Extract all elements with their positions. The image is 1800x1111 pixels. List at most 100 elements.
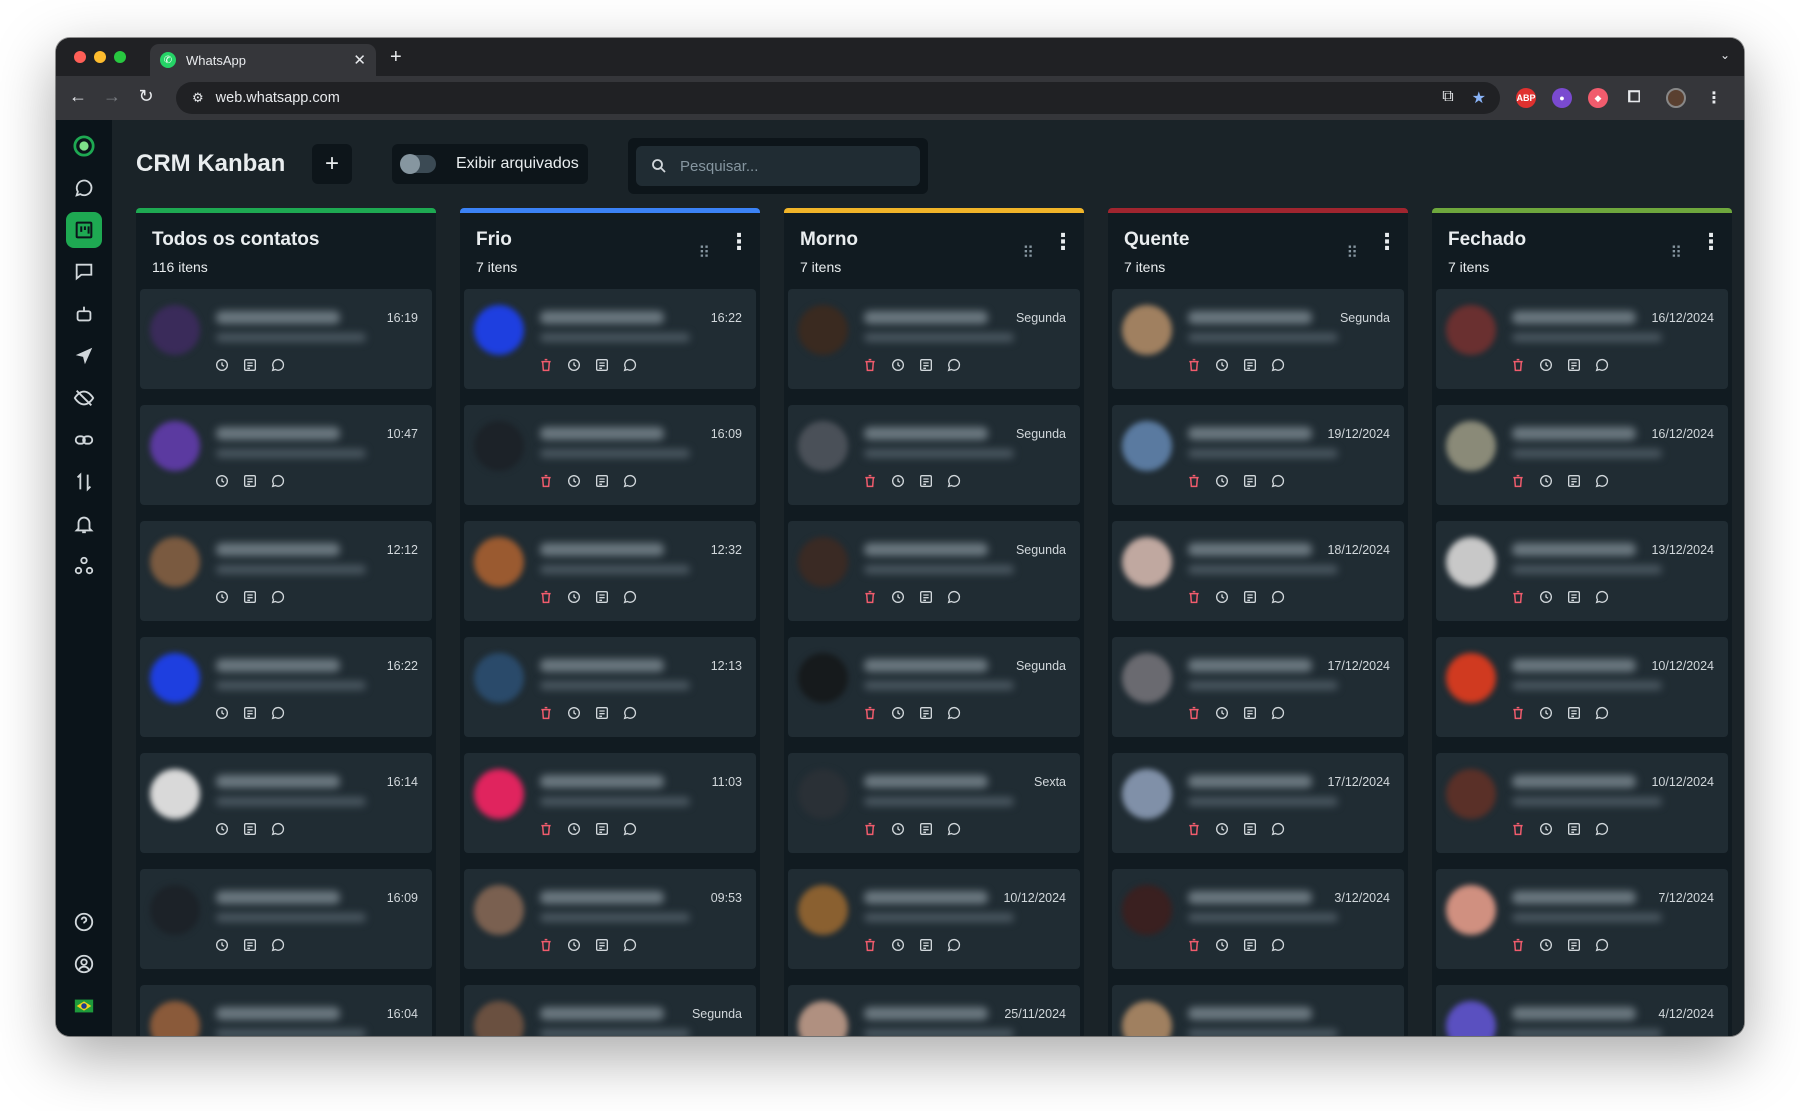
contact-card[interactable]: 16:22 xyxy=(464,289,756,389)
clock-icon[interactable] xyxy=(890,937,906,958)
trash-icon[interactable] xyxy=(862,473,878,494)
whatsapp-icon[interactable] xyxy=(1270,937,1286,958)
contact-card[interactable]: Segunda xyxy=(788,405,1080,505)
contact-card[interactable]: 10:47 xyxy=(140,405,432,505)
notes-icon[interactable] xyxy=(594,821,610,842)
whatsapp-icon[interactable] xyxy=(946,705,962,726)
notes-icon[interactable] xyxy=(242,357,258,378)
contact-card[interactable]: 4/12/2024 xyxy=(1436,985,1728,1036)
notes-icon[interactable] xyxy=(1242,937,1258,958)
help-icon[interactable] xyxy=(66,904,102,940)
contact-card[interactable]: 16/12/2024 xyxy=(1436,289,1728,389)
back-icon[interactable]: ← xyxy=(66,86,90,107)
notes-icon[interactable] xyxy=(918,473,934,494)
contact-card[interactable]: 12:32 xyxy=(464,521,756,621)
trash-icon[interactable] xyxy=(862,589,878,610)
clock-icon[interactable] xyxy=(1214,473,1230,494)
minimize-window-button[interactable] xyxy=(94,51,106,63)
notes-icon[interactable] xyxy=(1566,821,1582,842)
notes-icon[interactable] xyxy=(1566,357,1582,378)
new-tab-button[interactable]: + xyxy=(390,46,402,69)
bell-icon[interactable] xyxy=(66,506,102,542)
clock-icon[interactable] xyxy=(1214,821,1230,842)
clock-icon[interactable] xyxy=(566,473,582,494)
contact-card[interactable]: 12:12 xyxy=(140,521,432,621)
trash-icon[interactable] xyxy=(1510,937,1526,958)
chat-icon[interactable] xyxy=(66,254,102,290)
whatsapp-icon[interactable] xyxy=(1594,821,1610,842)
puzzle-extensions-icon[interactable]: ⧠ xyxy=(1624,88,1644,108)
browser-menu-icon[interactable]: ⋮ xyxy=(1704,88,1724,108)
drag-handle-icon[interactable]: ⠿ xyxy=(698,243,710,263)
trash-icon[interactable] xyxy=(1510,589,1526,610)
whatsapp-icon[interactable] xyxy=(1594,357,1610,378)
contact-card[interactable]: 16:22 xyxy=(140,637,432,737)
notes-icon[interactable] xyxy=(1242,821,1258,842)
notes-icon[interactable] xyxy=(1566,937,1582,958)
reload-icon[interactable]: ↻ xyxy=(134,86,158,107)
trash-icon[interactable] xyxy=(538,589,554,610)
whatsapp-icon[interactable] xyxy=(66,170,102,206)
browser-tab[interactable]: ✆ WhatsApp ✕ xyxy=(150,44,376,76)
drag-handle-icon[interactable]: ⠿ xyxy=(1346,243,1358,263)
search-box[interactable] xyxy=(636,146,920,186)
bot-icon[interactable] xyxy=(66,296,102,332)
contact-card[interactable]: 17/12/2024 xyxy=(1112,637,1404,737)
trash-icon[interactable] xyxy=(1186,821,1202,842)
contact-card[interactable]: Segunda xyxy=(1112,289,1404,389)
add-column-button[interactable]: + xyxy=(312,144,352,184)
contact-card[interactable]: 13/12/2024 xyxy=(1436,521,1728,621)
contact-card[interactable]: Segunda xyxy=(788,521,1080,621)
clock-icon[interactable] xyxy=(890,473,906,494)
contact-card[interactable]: 16:09 xyxy=(140,869,432,969)
column-menu-icon[interactable]: ⋮ xyxy=(1376,231,1398,253)
whatsapp-icon[interactable] xyxy=(1270,705,1286,726)
maximize-window-button[interactable] xyxy=(114,51,126,63)
clock-icon[interactable] xyxy=(566,357,582,378)
clock-icon[interactable] xyxy=(890,589,906,610)
whatsapp-icon[interactable] xyxy=(1594,473,1610,494)
trash-icon[interactable] xyxy=(1510,357,1526,378)
clock-icon[interactable] xyxy=(214,705,230,726)
install-app-icon[interactable]: ⧉ xyxy=(1442,88,1453,108)
column-menu-icon[interactable]: ⋮ xyxy=(728,231,750,253)
brazil-flag-icon[interactable] xyxy=(66,988,102,1024)
whatsapp-icon[interactable] xyxy=(1270,357,1286,378)
transfer-icon[interactable] xyxy=(66,464,102,500)
whatsapp-icon[interactable] xyxy=(1270,589,1286,610)
archived-switch[interactable] xyxy=(400,154,436,174)
kanban-icon[interactable] xyxy=(66,212,102,248)
contact-card[interactable] xyxy=(1112,985,1404,1036)
clock-icon[interactable] xyxy=(1538,705,1554,726)
whatsapp-icon[interactable] xyxy=(622,473,638,494)
notes-icon[interactable] xyxy=(242,937,258,958)
whatsapp-icon[interactable] xyxy=(622,937,638,958)
drag-handle-icon[interactable]: ⠿ xyxy=(1670,243,1682,263)
notes-icon[interactable] xyxy=(242,589,258,610)
clock-icon[interactable] xyxy=(890,705,906,726)
clock-icon[interactable] xyxy=(566,937,582,958)
trash-icon[interactable] xyxy=(1510,473,1526,494)
contact-card[interactable]: 10/12/2024 xyxy=(788,869,1080,969)
clock-icon[interactable] xyxy=(214,589,230,610)
whatsapp-icon[interactable] xyxy=(270,937,286,958)
forward-icon[interactable]: → xyxy=(100,86,124,107)
contact-card[interactable]: Segunda xyxy=(788,637,1080,737)
clock-icon[interactable] xyxy=(214,937,230,958)
clock-icon[interactable] xyxy=(1214,937,1230,958)
clock-icon[interactable] xyxy=(1538,589,1554,610)
notes-icon[interactable] xyxy=(1242,357,1258,378)
notes-icon[interactable] xyxy=(594,937,610,958)
column-menu-icon[interactable]: ⋮ xyxy=(1052,231,1074,253)
whatsapp-icon[interactable] xyxy=(1594,937,1610,958)
close-window-button[interactable] xyxy=(74,51,86,63)
clock-icon[interactable] xyxy=(890,357,906,378)
clock-icon[interactable] xyxy=(890,821,906,842)
whatsapp-icon[interactable] xyxy=(622,357,638,378)
trash-icon[interactable] xyxy=(538,821,554,842)
link-icon[interactable] xyxy=(66,422,102,458)
notes-icon[interactable] xyxy=(594,473,610,494)
profile-avatar[interactable] xyxy=(1666,88,1686,108)
whatsapp-icon[interactable] xyxy=(946,589,962,610)
clock-icon[interactable] xyxy=(566,589,582,610)
